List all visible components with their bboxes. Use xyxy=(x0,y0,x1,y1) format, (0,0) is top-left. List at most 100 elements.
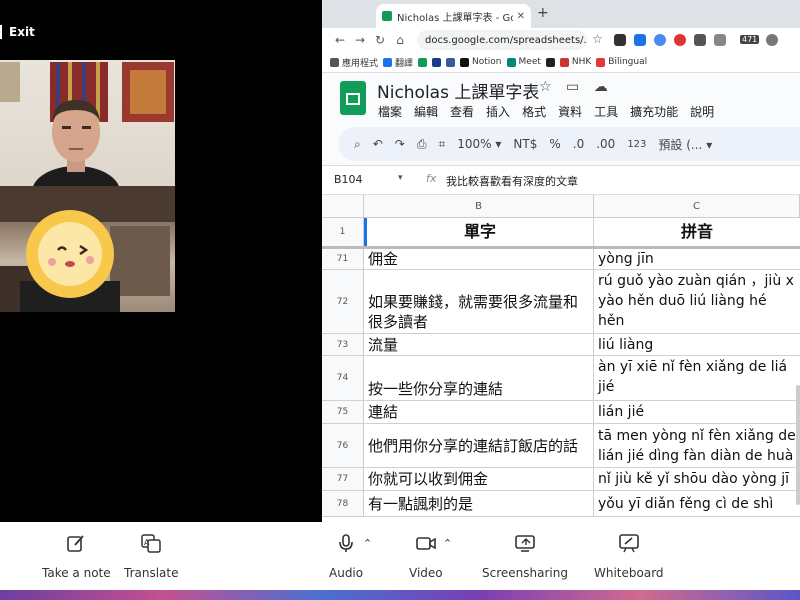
increase-decimal-button[interactable]: .00 xyxy=(596,137,615,151)
extension-icon[interactable] xyxy=(654,34,666,46)
menu-tools[interactable]: 工具 xyxy=(594,103,618,120)
tab-sheet[interactable]: Nicholas 上課單字表 - Google ✕ xyxy=(376,4,531,28)
star-icon[interactable]: ☆ xyxy=(592,32,603,46)
cell-pinyin[interactable]: tā men yòng nǐ fèn xiǎng de lián jié dìn… xyxy=(594,424,800,467)
menu-data[interactable]: 資料 xyxy=(558,103,582,120)
menu-insert[interactable]: 插入 xyxy=(486,103,510,120)
row-number[interactable]: 73 xyxy=(322,334,364,355)
cell-pinyin[interactable]: nǐ jiù kě yǐ shōu dào yòng jī xyxy=(594,468,800,490)
menu-view[interactable]: 查看 xyxy=(450,103,474,120)
percent-format-button[interactable]: % xyxy=(549,137,560,151)
column-header-c[interactable]: C xyxy=(594,195,800,217)
bookmark-item[interactable]: 翻譯 xyxy=(383,56,413,69)
row-number[interactable]: 76 xyxy=(322,424,364,467)
paint-format-icon[interactable]: ⌗ xyxy=(438,137,445,152)
profile-icon[interactable] xyxy=(766,34,778,46)
extension-icon[interactable] xyxy=(634,34,646,46)
take-note-button[interactable]: Take a note xyxy=(42,532,111,580)
column-header-b[interactable]: B xyxy=(364,195,594,217)
close-tab-icon[interactable]: ✕ xyxy=(517,11,525,22)
extension-icon[interactable] xyxy=(694,34,706,46)
extension-badge[interactable]: 471 xyxy=(740,35,760,44)
home-icon[interactable]: ⌂ xyxy=(390,33,410,47)
redo-icon[interactable]: ↷ xyxy=(395,137,405,151)
row-number[interactable]: 1 xyxy=(322,218,364,246)
bookmark-item[interactable] xyxy=(418,57,428,67)
screensharing-button[interactable]: Screensharing xyxy=(482,532,568,580)
menu-help[interactable]: 說明 xyxy=(690,103,714,120)
cell-word[interactable]: 有一點諷刺的是 xyxy=(364,491,594,516)
extension-icon[interactable] xyxy=(674,34,686,46)
cell-word[interactable]: 他們用你分享的連結訂飯店的話 xyxy=(364,424,594,467)
cell-header-b[interactable]: 單字 xyxy=(364,218,594,246)
cell-pinyin[interactable]: yòng jīn xyxy=(594,249,800,269)
cell-pinyin[interactable]: lián jié xyxy=(594,401,800,423)
video-button[interactable]: Video xyxy=(409,532,443,580)
cell-word[interactable]: 佣金 xyxy=(364,249,594,269)
bookmark-item[interactable]: Meet xyxy=(506,57,541,67)
row-number[interactable]: 77 xyxy=(322,468,364,490)
sheets-logo-icon[interactable] xyxy=(340,81,366,115)
currency-format-button[interactable]: NT$ xyxy=(513,137,537,151)
whiteboard-button[interactable]: Whiteboard xyxy=(594,532,664,580)
select-all-corner[interactable] xyxy=(322,195,364,217)
url-bar[interactable]: docs.google.com/spreadsheets/... xyxy=(417,30,587,50)
cell-pinyin[interactable]: liú liàng xyxy=(594,334,800,355)
bookmark-item[interactable]: 應用程式 xyxy=(330,56,378,69)
cloud-status-icon[interactable]: ☁ xyxy=(594,79,608,95)
extension-icon[interactable] xyxy=(714,34,726,46)
bookmark-item[interactable]: NHK xyxy=(559,57,591,67)
cell-word[interactable]: 按一些你分享的連結 xyxy=(364,356,594,400)
bookmark-item[interactable] xyxy=(545,57,555,67)
row-number[interactable]: 74 xyxy=(322,356,364,400)
cell-word[interactable]: 你就可以收到佣金 xyxy=(364,468,594,490)
menu-file[interactable]: 檔案 xyxy=(378,103,402,120)
menu-format[interactable]: 格式 xyxy=(522,103,546,120)
chevron-down-icon[interactable]: ▾ xyxy=(398,173,403,183)
forward-icon[interactable]: → xyxy=(350,33,370,47)
cell-pinyin[interactable]: rú guǒ yào zuàn qián ，jiù x yào hěn duō … xyxy=(594,270,800,333)
nhk-icon xyxy=(559,57,569,67)
bookmark-item[interactable] xyxy=(446,57,456,67)
vertical-scrollbar[interactable] xyxy=(796,385,800,505)
cell-pinyin[interactable]: yǒu yī diǎn fěng cì de shì xyxy=(594,491,800,516)
decrease-decimal-button[interactable]: .0 xyxy=(573,137,584,151)
audio-button[interactable]: Audio xyxy=(329,532,363,580)
row-number[interactable]: 72 xyxy=(322,270,364,333)
name-box[interactable]: B104 xyxy=(334,173,363,186)
student-video-tile[interactable] xyxy=(0,186,175,312)
extension-icon[interactable] xyxy=(614,34,626,46)
undo-icon[interactable]: ↶ xyxy=(373,137,383,151)
star-icon[interactable]: ☆ xyxy=(539,79,552,95)
video-options-chevron-icon[interactable]: ⌃ xyxy=(443,537,452,550)
bookmark-icon xyxy=(545,57,555,67)
cell-pinyin[interactable]: àn yī xiē nǐ fèn xiǎng de liá jié xyxy=(594,356,800,400)
row-number[interactable]: 75 xyxy=(322,401,364,423)
zoom-select[interactable]: 100% ▾ xyxy=(457,137,501,151)
row-number[interactable]: 78 xyxy=(322,491,364,516)
cell-word[interactable]: 流量 xyxy=(364,334,594,355)
new-tab-icon[interactable]: + xyxy=(537,5,549,21)
print-icon[interactable]: ⎙ xyxy=(417,137,427,152)
font-select[interactable]: 預設 (... ▾ xyxy=(658,136,712,153)
audio-options-chevron-icon[interactable]: ⌃ xyxy=(363,537,372,550)
row-number[interactable]: 71 xyxy=(322,249,364,269)
search-icon[interactable]: ⌕ xyxy=(354,137,361,152)
cell-header-c[interactable]: 拼音 xyxy=(594,218,800,246)
cell-word[interactable]: 連結 xyxy=(364,401,594,423)
reload-icon[interactable]: ↻ xyxy=(370,33,390,47)
formula-input[interactable]: 我比較喜歡看有深度的文章 xyxy=(446,173,578,189)
move-folder-icon[interactable]: ▭ xyxy=(566,79,579,95)
cell-word[interactable]: 如果要賺錢，就需要很多流量和很多讀者 xyxy=(364,270,594,333)
bookmark-item[interactable]: Bilingual xyxy=(596,57,647,67)
number-format-button[interactable]: 123 xyxy=(627,139,646,150)
bookmark-item[interactable]: Notion xyxy=(460,57,502,67)
bookmark-item[interactable] xyxy=(432,57,442,67)
menu-extensions[interactable]: 擴充功能 xyxy=(630,103,678,120)
document-title[interactable]: Nicholas 上課單字表 xyxy=(377,78,539,103)
menu-edit[interactable]: 編輯 xyxy=(414,103,438,120)
exit-button[interactable]: Exit xyxy=(0,22,35,42)
back-icon[interactable]: ← xyxy=(330,33,350,47)
teacher-video-tile[interactable] xyxy=(0,60,175,186)
translate-button[interactable]: A Translate xyxy=(124,532,179,580)
